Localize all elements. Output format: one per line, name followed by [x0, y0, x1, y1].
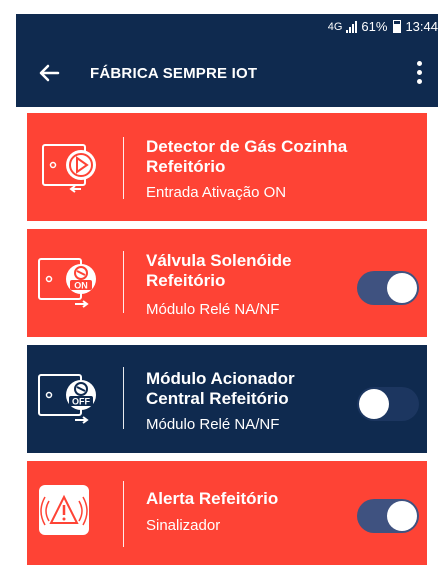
toggle-knob [387, 501, 417, 531]
status-indicators: 4G 61% 13:44 [328, 19, 438, 34]
device-toggle[interactable] [357, 499, 419, 533]
device-title-line1: Válvula Solenóide [146, 251, 292, 270]
device-title-line1: Detector de Gás Cozinha [146, 137, 348, 156]
device-title-line2: Refeitório [146, 157, 226, 176]
device-card-solenoid-valve[interactable]: ON Válvula Solenóide Refeitório Módulo R… [27, 229, 427, 337]
network-type: 4G [327, 20, 343, 33]
device-title: Detector de Gás Cozinha Refeitório [146, 137, 386, 177]
device-toggle[interactable] [357, 387, 419, 421]
device-title-line1: Alerta Refeitório [146, 489, 279, 508]
arrow-left-icon [39, 64, 60, 82]
toggle-knob [387, 273, 417, 303]
page-title: FÁBRICA SEMPRE IOT [90, 65, 258, 82]
device-subtitle: Módulo Relé NA/NF [146, 301, 280, 318]
device-title: Válvula Solenóide Refeitório [146, 251, 386, 291]
card-divider [123, 251, 124, 313]
device-subtitle: Módulo Relé NA/NF [146, 416, 280, 433]
alarm-siren-icon [37, 483, 105, 543]
device-card-gas-detector[interactable]: Detector de Gás Cozinha Refeitório Entra… [27, 113, 427, 221]
more-options-button[interactable] [414, 61, 424, 87]
app-bar: FÁBRICA SEMPRE IOT [16, 41, 438, 107]
relay-badge-off: OFF [72, 397, 90, 407]
device-title-line1: Módulo Acionador [146, 369, 295, 388]
device-card-alert[interactable]: Alerta Refeitório Sinalizador [27, 461, 427, 565]
clock: 13:44 [405, 19, 438, 34]
relay-badge-on: ON [74, 281, 88, 291]
back-button[interactable] [34, 58, 64, 88]
device-toggle[interactable] [357, 271, 419, 305]
card-divider [123, 367, 124, 429]
card-divider [123, 137, 124, 199]
relay-off-icon: OFF [37, 367, 105, 427]
battery-icon [393, 20, 402, 33]
gas-sensor-icon [37, 137, 105, 197]
device-title: Módulo Acionador Central Refeitório [146, 369, 386, 409]
device-title-line2: Central Refeitório [146, 389, 289, 408]
status-bar: 4G 61% 13:44 [16, 14, 438, 41]
card-divider [123, 481, 124, 547]
device-title-line2: Refeitório [146, 271, 226, 290]
toggle-knob [359, 389, 389, 419]
relay-on-icon: ON [37, 251, 105, 311]
device-subtitle: Sinalizador [146, 517, 221, 534]
device-card-actuator-module[interactable]: OFF Módulo Acionador Central Refeitório … [27, 345, 427, 453]
device-title: Alerta Refeitório [146, 489, 386, 509]
signal-icon [346, 20, 358, 33]
device-subtitle: Entrada Ativação ON [146, 184, 287, 201]
battery-percent: 61% [361, 19, 388, 34]
